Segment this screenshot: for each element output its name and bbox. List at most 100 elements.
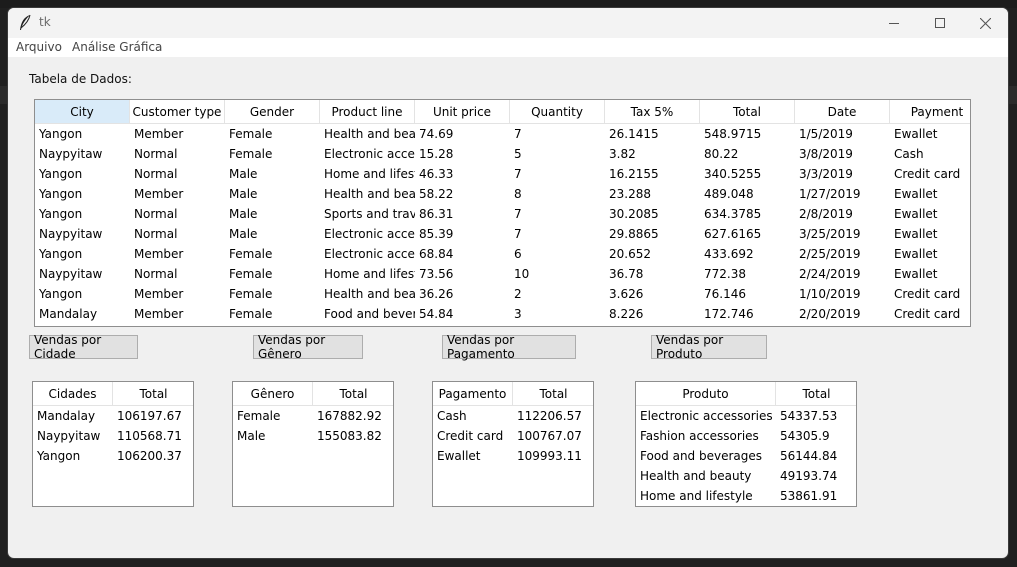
summary-column-header[interactable]: Total [113, 382, 193, 406]
table-cell: Female [229, 147, 273, 161]
maximize-button[interactable] [917, 8, 963, 38]
table-cell: 58.22 [419, 187, 454, 201]
table-cell: Naypyitaw [39, 267, 103, 281]
summary-row-label: Naypyitaw [37, 429, 101, 443]
summary-row-total: 54337.53 [780, 409, 838, 423]
table-row[interactable]: Mandalay Member Female Food and beverages 54… [35, 304, 970, 324]
summary-column-header[interactable]: Total [513, 382, 593, 406]
table-cell: 627.6165 [704, 227, 762, 241]
summary-column-header[interactable]: Cidades [33, 382, 113, 406]
minimize-button[interactable] [871, 8, 917, 38]
table-cell: Yangon [39, 207, 83, 221]
table-cell: Health and beauty [324, 287, 415, 301]
table-cell: 30.2085 [609, 207, 659, 221]
table-cell: 36.78 [609, 267, 644, 281]
vendas-por-cidade-button[interactable]: Vendas por Cidade [29, 333, 138, 361]
table-cell: Health and beauty [324, 127, 415, 141]
column-header[interactable]: Quantity [510, 100, 605, 124]
table-cell: Member [134, 187, 184, 201]
table-cell: 7 [514, 167, 522, 181]
table-cell: 20.652 [609, 247, 651, 261]
column-header[interactable]: Payment [890, 100, 970, 124]
close-button[interactable] [962, 8, 1008, 38]
table-cell: Ewallet [894, 227, 938, 241]
table-cell: 10 [514, 267, 530, 281]
table-cell: Mandalay [39, 307, 98, 321]
table-cell: 489.048 [704, 187, 754, 201]
table-row[interactable]: Yangon Member Female Health and beauty 36.26… [35, 284, 970, 304]
summary-row-label: Fashion accessories [640, 429, 759, 443]
table-cell: 23.288 [609, 187, 651, 201]
column-header[interactable]: Gender [225, 100, 320, 124]
summary-column-header[interactable]: Total [313, 382, 393, 406]
summary-row-label: Food and beverages [640, 449, 763, 463]
table-row[interactable]: Yangon Member Female Electronic accessories… [35, 244, 970, 264]
data-table[interactable]: City Customer type Gender Product line Unit … [34, 99, 971, 327]
table-row[interactable]: Naypyitaw Normal Male Electronic accessorie… [35, 224, 970, 244]
table-cell: 172.746 [704, 307, 754, 321]
summary-column-header[interactable]: Gênero [233, 382, 313, 406]
column-header[interactable]: Unit price [415, 100, 510, 124]
table-cell: 3/25/2019 [799, 227, 861, 241]
genero-table[interactable]: Gênero Total Female 167882.92 Male 155083.82 [232, 381, 394, 507]
column-header[interactable]: City [35, 100, 130, 124]
table-cell: Credit card [894, 167, 961, 181]
pagamento-table[interactable]: Pagamento Total Cash 112206.57 Credit card 10… [432, 381, 594, 507]
cidades-table[interactable]: Cidades Total Mandalay 106197.67 Naypyitaw 11… [32, 381, 194, 507]
table-row[interactable]: Yangon Member Female Health and beauty 74.69… [35, 124, 970, 144]
table-cell: 73.56 [419, 267, 454, 281]
summary-row-total: 110568.71 [117, 429, 182, 443]
menu-arquivo[interactable]: Arquivo [16, 40, 62, 54]
column-header[interactable]: Date [795, 100, 890, 124]
table-cell: 3.82 [609, 147, 636, 161]
summary-row-label: Health and beauty [640, 469, 752, 483]
produto-table[interactable]: Produto Total Electronic accessories 54337.… [635, 381, 857, 507]
table-cell: 6 [514, 247, 522, 261]
table-cell: Ewallet [894, 127, 938, 141]
table-cell: Ewallet [894, 207, 938, 221]
table-row[interactable]: Naypyitaw Normal Female Electronic accessor… [35, 144, 970, 164]
summary-row-label: Cash [437, 409, 467, 423]
vendas-por-pagamento-button[interactable]: Vendas por Pagamento [442, 333, 576, 361]
summary-row-total: 112206.57 [517, 409, 582, 423]
table-cell: Female [229, 307, 273, 321]
summary-row-label: Yangon [37, 449, 81, 463]
table-row[interactable]: Naypyitaw Normal Female Home and lifestyle 7… [35, 264, 970, 284]
column-header[interactable]: Total [700, 100, 795, 124]
summary-row-total: 100767.07 [517, 429, 582, 443]
table-cell: Male [229, 227, 258, 241]
column-header[interactable]: Customer type [130, 100, 225, 124]
column-header[interactable]: Product line [320, 100, 415, 124]
summary-row-total: 54305.9 [780, 429, 830, 443]
table-row[interactable]: Yangon Member Male Health and beauty 58.22 8 2… [35, 184, 970, 204]
table-cell: Normal [134, 267, 178, 281]
table-cell: Normal [134, 147, 178, 161]
table-cell: Female [229, 267, 273, 281]
summary-column-header[interactable]: Total [776, 382, 856, 406]
vendas-por-produto-button[interactable]: Vendas por Produto [651, 333, 767, 361]
column-header[interactable]: Tax 5% [605, 100, 700, 124]
table-cell: Female [229, 287, 273, 301]
menu-analise-grafica[interactable]: Análise Gráfica [72, 40, 162, 54]
feather-icon [20, 14, 31, 30]
table-header: City Customer type Gender Product line Unit … [35, 100, 970, 124]
table-cell: 1/27/2019 [799, 187, 861, 201]
summary-row-total: 155083.82 [317, 429, 382, 443]
table-cell: Member [134, 287, 184, 301]
table-row[interactable]: Yangon Normal Male Sports and travel 86.31 7 3… [35, 204, 970, 224]
table-cell: 772.38 [704, 267, 746, 281]
table-cell: 3/3/2019 [799, 167, 853, 181]
title-bar[interactable]: tk [8, 8, 1008, 38]
table-cell: 68.84 [419, 247, 454, 261]
summary-column-header[interactable]: Produto [636, 382, 776, 406]
table-cell: Yangon [39, 187, 83, 201]
table-cell: 36.26 [419, 287, 454, 301]
table-cell: Member [134, 127, 184, 141]
vendas-por-genero-button[interactable]: Vendas por Gênero [253, 333, 363, 361]
summary-column-header[interactable]: Pagamento [433, 382, 513, 406]
table-cell: 1/5/2019 [799, 127, 853, 141]
table-row[interactable]: Yangon Normal Male Home and lifestyle 46.33 7… [35, 164, 970, 184]
table-cell: 5 [514, 147, 522, 161]
table-cell: 26.1415 [609, 127, 659, 141]
table-cell: 2/8/2019 [799, 207, 853, 221]
